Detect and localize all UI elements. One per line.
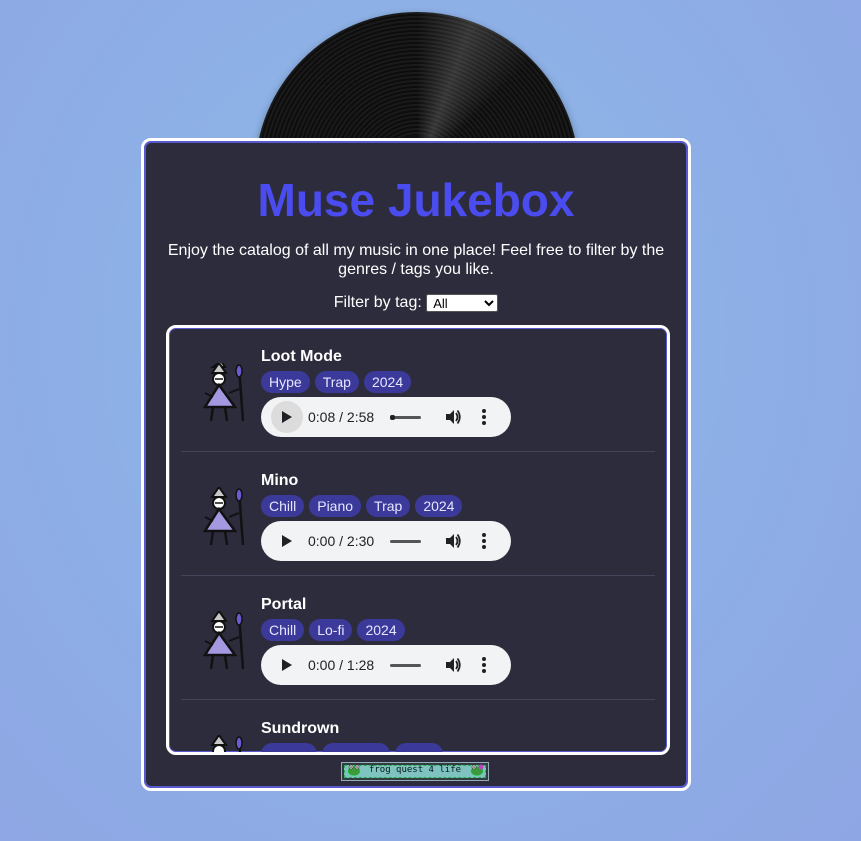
page-title: Muse Jukebox xyxy=(257,174,575,226)
tag-badge[interactable] xyxy=(395,743,443,752)
play-button[interactable] xyxy=(271,649,303,681)
play-button[interactable] xyxy=(271,401,303,433)
song-title: Sundrown xyxy=(261,720,340,737)
time-display: 0:00 / 2:30 xyxy=(308,533,375,549)
song-item: Loot Mode Hype Trap 2024 0:08 / 2:58 xyxy=(181,328,655,452)
song-tags: Hype Trap 2024 xyxy=(261,371,412,393)
tag-badge[interactable]: Chill xyxy=(261,495,305,517)
play-icon xyxy=(282,659,292,671)
song-item: Sundrown xyxy=(181,700,655,752)
audio-player[interactable]: 0:00 / 2:30 xyxy=(261,521,511,561)
page-description: Enjoy the catalog of all my music in one… xyxy=(167,242,665,278)
frog-icon xyxy=(470,764,484,776)
more-options-icon[interactable] xyxy=(481,532,487,550)
tag-badge[interactable]: Piano xyxy=(309,495,362,517)
badge-text: frog quest 4 life xyxy=(368,765,462,775)
seek-bar[interactable] xyxy=(390,540,421,543)
seek-bar[interactable] xyxy=(390,415,421,420)
tag-badge[interactable]: Trap xyxy=(366,495,411,517)
more-options-icon[interactable] xyxy=(481,656,487,674)
song-title: Loot Mode xyxy=(261,348,342,365)
more-options-icon[interactable] xyxy=(481,408,487,426)
volume-icon[interactable] xyxy=(444,408,462,426)
song-item: Mino Chill Piano Trap 2024 0:00 / 2:30 xyxy=(181,452,655,576)
tag-badge[interactable]: 2024 xyxy=(415,495,463,517)
jukebox-panel: Muse Jukebox Enjoy the catalog of all my… xyxy=(141,138,691,791)
audio-player[interactable]: 0:00 / 1:28 xyxy=(261,645,511,685)
tag-badge[interactable] xyxy=(322,743,390,752)
play-button[interactable] xyxy=(271,525,303,557)
tag-badge[interactable]: Hype xyxy=(261,371,310,393)
wizard-icon xyxy=(202,363,245,422)
play-icon xyxy=(282,411,292,423)
tag-filter-select[interactable]: All xyxy=(426,294,499,312)
tag-badge[interactable]: 2024 xyxy=(363,371,412,393)
wizard-icon xyxy=(210,735,243,752)
seek-progress xyxy=(390,415,395,420)
audio-player[interactable]: 0:08 / 2:58 xyxy=(261,397,511,437)
time-display: 0:00 / 1:28 xyxy=(308,657,375,673)
tag-badge[interactable]: Lo-fi xyxy=(309,619,353,641)
song-tags xyxy=(261,743,443,752)
song-title: Portal xyxy=(261,596,307,613)
volume-icon[interactable] xyxy=(444,656,462,674)
tag-badge[interactable] xyxy=(261,743,317,752)
song-tags: Chill Piano Trap 2024 xyxy=(261,495,463,517)
filter-label: Filter by tag: xyxy=(333,294,422,312)
tag-badge[interactable]: Chill xyxy=(261,619,305,641)
tag-badge[interactable]: 2024 xyxy=(357,619,405,641)
volume-icon[interactable] xyxy=(444,532,462,550)
frog-quest-badge[interactable]: frog quest 4 life xyxy=(341,762,489,781)
song-item: Portal Chill Lo-fi 2024 0:00 / 1:28 xyxy=(181,576,655,700)
song-title: Mino xyxy=(261,472,299,489)
time-display: 0:08 / 2:58 xyxy=(308,409,375,425)
play-icon xyxy=(282,535,292,547)
seek-bar[interactable] xyxy=(390,664,421,667)
tag-filter: Filter by tag: All xyxy=(144,294,688,312)
song-tags: Chill Lo-fi 2024 xyxy=(261,619,405,641)
song-list[interactable]: Loot Mode Hype Trap 2024 0:08 / 2:58 Min… xyxy=(166,325,670,755)
wizard-icon xyxy=(202,487,245,546)
wizard-icon xyxy=(202,611,245,670)
tag-badge[interactable]: Trap xyxy=(314,371,359,393)
